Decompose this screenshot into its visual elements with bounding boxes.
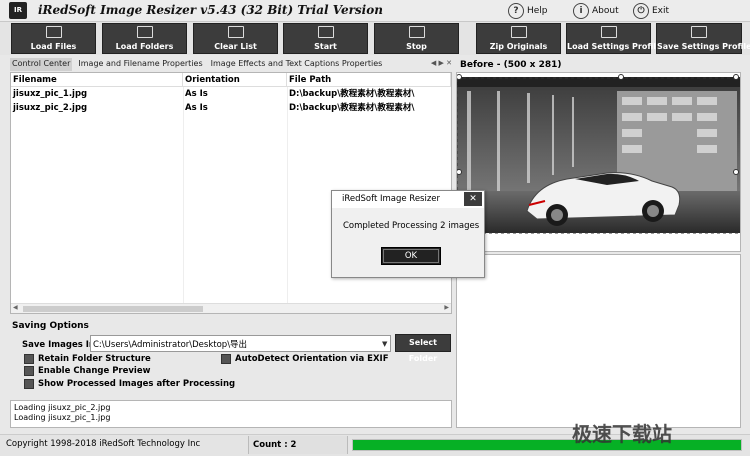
image-icon <box>45 26 62 38</box>
start-button[interactable]: Start <box>283 23 368 54</box>
tab-strip: Control Center Image and Filename Proper… <box>10 58 452 71</box>
enable-change-preview-checkbox[interactable]: Enable Change Preview <box>24 366 150 376</box>
checkbox-box <box>24 354 34 364</box>
column-header-filename[interactable]: Filename <box>11 73 183 87</box>
play-icon <box>317 26 334 38</box>
cell-orientation: As Is <box>185 89 208 99</box>
save-path-input[interactable] <box>90 335 391 352</box>
chevron-down-icon[interactable]: ▼ <box>382 340 387 348</box>
saving-options-heading: Saving Options <box>12 321 89 331</box>
help-icon: ? <box>508 3 524 19</box>
completion-dialog: iRedSoft Image Resizer ✕ Completed Proce… <box>331 190 485 278</box>
watermark-logo: 极速下载站 <box>572 422 672 446</box>
help-button[interactable]: ? Help <box>508 2 548 20</box>
table-row[interactable]: jisuxz_pic_2.jpg As Is D:\backup\教程素材\教程… <box>11 102 451 115</box>
load-folders-button[interactable]: Load Folders <box>102 23 187 54</box>
column-divider <box>287 87 288 313</box>
crop-handle[interactable] <box>733 169 739 175</box>
scroll-right-icon[interactable]: ▶ <box>444 304 449 311</box>
save-images-in-label: Save Images In <box>22 340 95 350</box>
log-panel: Loading jisuxz_pic_2.jpg Loading jisuxz_… <box>10 400 452 428</box>
before-preview-label: Before - (500 x 281) <box>460 60 562 70</box>
stop-icon <box>408 26 425 38</box>
zip-icon <box>510 26 527 38</box>
tab-control-center[interactable]: Control Center <box>10 58 73 71</box>
zip-originals-button[interactable]: Zip Originals <box>476 23 561 54</box>
cell-orientation: As Is <box>185 103 208 113</box>
save-settings-icon <box>691 26 707 38</box>
copyright-text: Copyright 1998-2018 iRedSoft Technology … <box>6 439 201 449</box>
app-logo-icon: IR <box>9 2 27 19</box>
title-bar: IR iRedSoft Image Resizer v5.43 (32 Bit)… <box>0 0 750 22</box>
showroom-car-image <box>457 73 740 251</box>
stop-button[interactable]: Stop <box>374 23 459 54</box>
cell-file-path: D:\backup\教程素材\教程素材\ <box>289 89 415 99</box>
power-icon: ⏻ <box>633 3 649 19</box>
after-image-preview <box>456 254 741 428</box>
load-settings-icon <box>600 26 617 38</box>
column-header-orientation[interactable]: Orientation <box>183 73 287 87</box>
exit-button[interactable]: ⏻ Exit <box>633 2 669 20</box>
scrollbar-thumb[interactable] <box>23 306 203 312</box>
progress-bar <box>352 439 742 451</box>
tab-image-effects[interactable]: Image Effects and Text Captions Properti… <box>209 58 385 71</box>
checkbox-box <box>221 354 231 364</box>
file-count: Count : 2 <box>248 436 348 454</box>
about-button[interactable]: i About <box>573 2 619 20</box>
load-settings-profile-button[interactable]: Load Settings Profile <box>566 23 661 54</box>
retain-folder-structure-checkbox[interactable]: Retain Folder Structure <box>24 354 151 364</box>
info-icon: i <box>573 3 589 19</box>
crop-handle[interactable] <box>457 169 462 175</box>
before-image-preview[interactable] <box>456 72 741 252</box>
log-line: Loading jisuxz_pic_2.jpg <box>14 403 111 412</box>
clear-list-button[interactable]: Clear List <box>193 23 278 54</box>
cell-file-path: D:\backup\教程素材\教程素材\ <box>289 103 415 113</box>
close-icon[interactable]: ✕ <box>464 192 482 206</box>
cell-filename: jisuxz_pic_2.jpg <box>13 103 88 113</box>
dialog-message: Completed Processing 2 images <box>343 221 480 231</box>
horizontal-scrollbar[interactable]: ◀ ▶ <box>11 303 451 313</box>
crop-handle[interactable] <box>457 74 462 80</box>
log-line: Loading jisuxz_pic_1.jpg <box>14 413 111 422</box>
crop-handle[interactable] <box>733 74 739 80</box>
cell-filename: jisuxz_pic_1.jpg <box>13 89 88 99</box>
toolbar: Load Files Load Folders Clear List Start… <box>0 22 750 55</box>
select-folder-button[interactable]: Select Folder <box>395 334 451 363</box>
column-header-file-path[interactable]: File Path <box>287 73 451 87</box>
checkbox-box <box>24 379 34 389</box>
load-files-button[interactable]: Load Files <box>11 23 96 54</box>
ok-button[interactable]: OK <box>381 247 441 265</box>
column-divider <box>183 87 184 313</box>
tab-image-filename-properties[interactable]: Image and Filename Properties <box>76 58 204 71</box>
table-row[interactable]: jisuxz_pic_1.jpg As Is D:\backup\教程素材\教程… <box>11 88 451 101</box>
save-settings-profile-button[interactable]: Save Settings Profile <box>656 23 750 54</box>
show-processed-images-checkbox[interactable]: Show Processed Images after Processing <box>24 379 235 389</box>
folder-icon <box>136 26 153 38</box>
scroll-left-icon[interactable]: ◀ <box>13 304 18 311</box>
progress-fill <box>353 440 741 450</box>
clear-icon <box>227 26 244 38</box>
tab-scroll-arrows[interactable]: ◀ ▶ ✕ <box>431 59 452 67</box>
crop-handle[interactable] <box>618 74 624 80</box>
checkbox-box <box>24 366 34 376</box>
dialog-title: iRedSoft Image Resizer <box>332 191 484 208</box>
window-title: iRedSoft Image Resizer v5.43 (32 Bit) Tr… <box>38 3 383 17</box>
autodetect-orientation-checkbox[interactable]: AutoDetect Orientation via EXIF <box>221 354 389 364</box>
